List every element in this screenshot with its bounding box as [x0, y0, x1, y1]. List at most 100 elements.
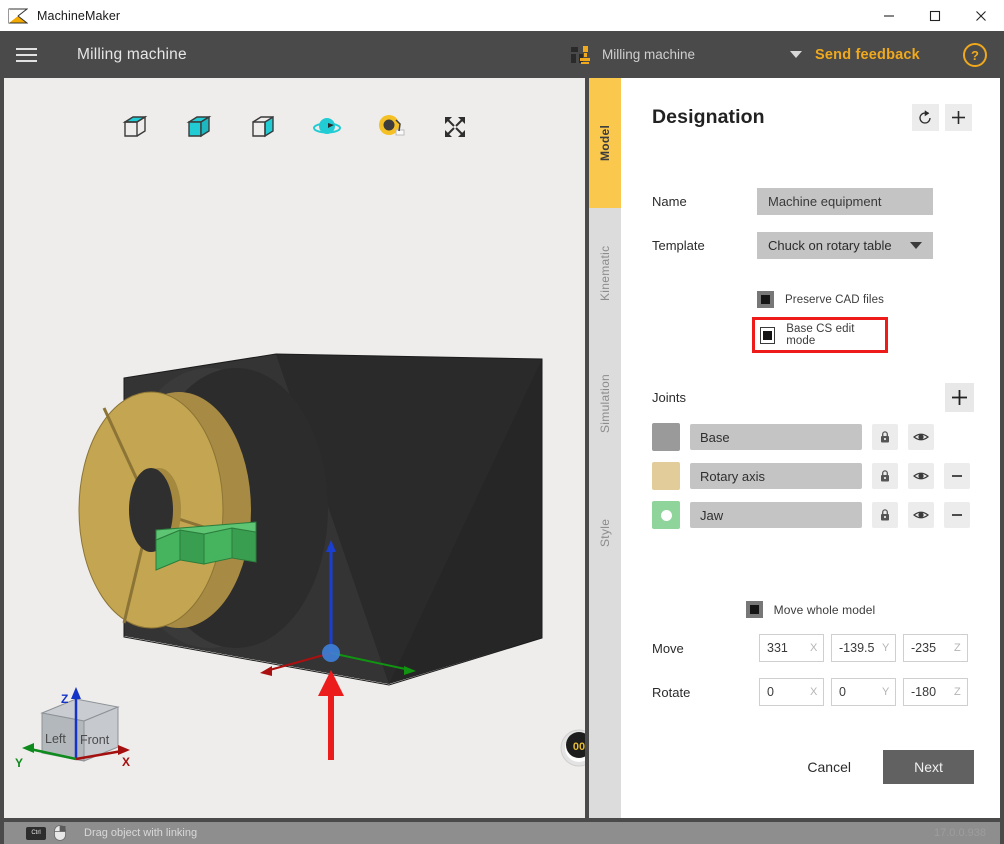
rotate-y-field[interactable]: Y — [831, 678, 896, 706]
preserve-cad-checkbox-row[interactable]: Preserve CAD files — [621, 291, 1000, 308]
move-y-field[interactable]: Y — [831, 634, 896, 662]
joint-color-swatch[interactable] — [652, 462, 680, 490]
joint-name-input[interactable] — [690, 502, 862, 528]
eye-icon[interactable] — [908, 424, 934, 450]
hamburger-menu-icon[interactable] — [0, 31, 52, 78]
view-whole-cube-icon[interactable] — [182, 110, 216, 144]
tab-style[interactable]: Style — [589, 468, 621, 598]
move-x-input[interactable] — [767, 641, 810, 655]
view-top-face-icon[interactable] — [118, 110, 152, 144]
rotate-z-input[interactable] — [911, 685, 954, 699]
axis-x-label: X — [810, 642, 818, 654]
move-whole-model-checkbox-row[interactable]: Move whole model — [621, 601, 1000, 618]
panel-title: Designation — [652, 106, 765, 128]
help-icon[interactable]: ? — [963, 43, 987, 67]
tab-kinematic[interactable]: Kinematic — [589, 208, 621, 338]
joint-color-swatch[interactable] — [652, 423, 680, 451]
nav-axis-y-label: Y — [15, 756, 23, 770]
window-title: MachineMaker — [37, 8, 121, 23]
lock-icon[interactable] — [872, 502, 898, 528]
move-x-field[interactable]: X — [759, 634, 824, 662]
machine-icon — [570, 45, 592, 65]
mouse-icon — [54, 825, 66, 841]
axis-y-label: Y — [882, 642, 890, 654]
move-y-input[interactable] — [839, 641, 882, 655]
name-label: Name — [652, 194, 687, 209]
move-z-field[interactable]: Z — [903, 634, 968, 662]
preserve-cad-checkbox[interactable] — [757, 291, 774, 308]
eye-icon[interactable] — [908, 502, 934, 528]
close-icon[interactable] — [958, 0, 1004, 31]
name-input[interactable] — [757, 188, 933, 215]
minimize-icon[interactable] — [866, 0, 912, 31]
move-whole-model-label: Move whole model — [773, 602, 876, 617]
axis-y-label: Y — [882, 686, 890, 698]
base-cs-edit-mode-checkbox-row[interactable]: Base CS edit mode — [752, 317, 888, 353]
panel-header: Designation — [621, 78, 1000, 131]
rotate-x-field[interactable]: X — [759, 678, 824, 706]
remove-joint-button[interactable] — [944, 502, 970, 528]
rotate-y-input[interactable] — [839, 685, 882, 699]
joint-name-input[interactable] — [690, 424, 862, 450]
viewport-toolbar — [4, 104, 585, 150]
joints-header: Joints — [621, 383, 1000, 412]
base-cs-edit-mode-label: Base CS edit mode — [786, 323, 855, 347]
window-title-bar: MachineMaker — [0, 0, 1004, 31]
machine-selector[interactable]: Milling machine — [570, 31, 803, 78]
template-select[interactable]: Chuck on rotary table — [757, 232, 933, 259]
tab-model[interactable]: Model — [589, 78, 621, 208]
axis-x-label: X — [810, 686, 818, 698]
red-annotation-arrow — [318, 670, 344, 760]
template-label: Template — [652, 238, 705, 253]
chuck-model — [78, 391, 251, 629]
eye-icon[interactable] — [908, 463, 934, 489]
lock-icon[interactable] — [872, 463, 898, 489]
axis-z-label: Z — [954, 642, 961, 654]
cancel-button[interactable]: Cancel — [789, 751, 869, 783]
base-cs-edit-mode-checkbox[interactable] — [760, 326, 776, 344]
add-designation-icon[interactable] — [945, 104, 972, 131]
orbit-rotate-icon[interactable] — [310, 110, 344, 144]
navigation-cube[interactable]: Z X Y Left Front — [14, 673, 144, 778]
move-label: Move — [652, 640, 684, 656]
preserve-cad-label: Preserve CAD files — [785, 293, 884, 306]
application-window: MachineMaker Milling machine Milling mac… — [0, 0, 1004, 844]
joint-color-swatch[interactable] — [652, 501, 680, 529]
remove-joint-button[interactable] — [944, 463, 970, 489]
angle-indicator[interactable]: 00 — [559, 728, 585, 773]
next-button[interactable]: Next — [883, 750, 974, 784]
tab-simulation[interactable]: Simulation — [589, 338, 621, 468]
send-feedback-link[interactable]: Send feedback — [815, 31, 920, 78]
table-row — [621, 462, 1000, 490]
machine-selector-label: Milling machine — [602, 47, 696, 62]
joint-name-input[interactable] — [690, 463, 862, 489]
undo-reset-icon[interactable] — [912, 104, 939, 131]
add-joint-button[interactable] — [945, 383, 974, 412]
axis-z-label: Z — [954, 686, 961, 698]
rotate-z-field[interactable]: Z — [903, 678, 968, 706]
status-hint: Drag object with linking — [84, 827, 198, 839]
chevron-down-icon[interactable] — [790, 51, 803, 58]
move-z-input[interactable] — [911, 641, 954, 655]
move-whole-model-checkbox[interactable] — [745, 601, 763, 618]
view-side-face-icon[interactable] — [246, 110, 280, 144]
fit-to-screen-icon[interactable] — [438, 110, 472, 144]
nav-axis-x-label: X — [122, 755, 130, 769]
table-row — [621, 501, 1000, 529]
maximize-icon[interactable] — [912, 0, 958, 31]
angle-indicator-value: 00 — [573, 741, 585, 753]
3d-viewport[interactable]: Z X Y Left Front 00 — [4, 78, 585, 818]
measure-tape-icon[interactable] — [374, 110, 408, 144]
joints-title: Joints — [652, 390, 686, 405]
rotate-row: Rotate X Y Z — [621, 678, 1000, 706]
lock-icon[interactable] — [872, 424, 898, 450]
vertical-tab-rail: Model Kinematic Simulation Style — [589, 78, 621, 818]
name-field-row: Name — [621, 188, 1000, 215]
application-header: Milling machine Milling machine Send fee… — [0, 31, 1004, 78]
designation-panel: Designation Name Template Chu — [621, 78, 1000, 818]
nav-face-left-label: Left — [45, 732, 66, 746]
rotate-x-input[interactable] — [767, 685, 810, 699]
remove-joint-placeholder — [944, 424, 970, 450]
rotate-label: Rotate — [652, 684, 691, 700]
table-row — [621, 423, 1000, 451]
